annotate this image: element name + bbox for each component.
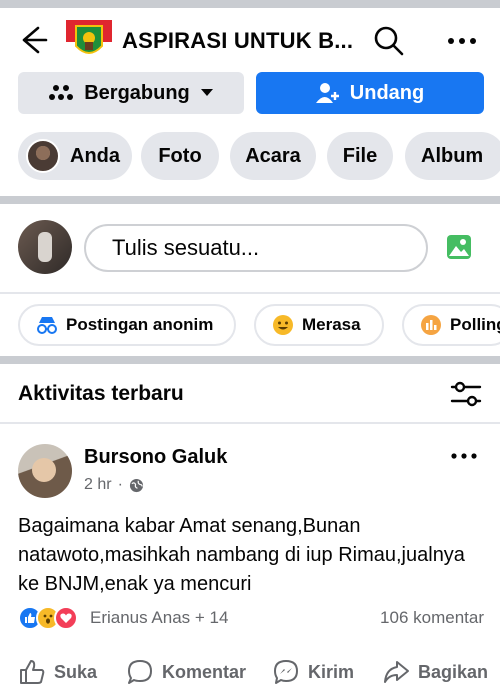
post-more-button[interactable] <box>446 444 482 468</box>
group-header: ASPIRASI UNTUK B... <box>0 8 500 70</box>
share-button[interactable]: Bagikan <box>382 658 488 686</box>
tab-label: Acara <box>245 144 301 167</box>
section-divider <box>0 356 500 364</box>
photo-button[interactable] <box>446 234 472 260</box>
love-reaction-icon <box>54 606 78 630</box>
reaction-icons <box>18 606 78 630</box>
avatar[interactable] <box>18 220 72 274</box>
tab-label: Album <box>421 144 484 167</box>
poll-button[interactable]: Polling <box>402 304 500 346</box>
more-button[interactable] <box>444 26 480 56</box>
like-button[interactable]: Suka <box>18 658 97 686</box>
quick-actions: Postingan anonim Merasa Polling <box>0 300 500 352</box>
feed-post: Bursono Galuk 2 hr · Bagaimana kabar Ama… <box>0 430 500 696</box>
action-label: Kirim <box>308 661 355 682</box>
group-title[interactable]: ASPIRASI UNTUK B... <box>122 28 353 54</box>
avatar <box>26 139 60 173</box>
thumbs-up-icon <box>20 660 45 684</box>
tab-anda[interactable]: Anda <box>18 132 132 180</box>
filter-button[interactable] <box>448 378 484 410</box>
caret-down-icon <box>200 89 213 96</box>
status-divider <box>0 0 500 8</box>
tab-file[interactable]: File <box>327 132 393 180</box>
feeling-button[interactable]: Merasa <box>254 304 384 346</box>
composer-input[interactable]: Tulis sesuatu... <box>84 224 428 272</box>
comment-count[interactable]: 106 komentar <box>380 608 484 628</box>
meta-separator: · <box>117 476 123 493</box>
globe-icon <box>129 478 143 492</box>
post-meta: 2 hr · <box>84 476 144 494</box>
post-text: Bagaimana kabar Amat senang,Bunan natawo… <box>18 515 465 595</box>
post-composer: Tulis sesuatu... <box>0 206 500 290</box>
divider <box>0 292 500 294</box>
quick-action-label: Polling <box>450 315 500 334</box>
search-button[interactable] <box>372 24 406 58</box>
tab-label: Foto <box>158 144 202 167</box>
section-divider <box>0 196 500 204</box>
more-horizontal-icon <box>451 453 477 459</box>
sliders-icon <box>450 381 482 407</box>
messenger-icon <box>274 660 298 684</box>
arrow-left-icon <box>22 26 48 54</box>
anonymous-post-button[interactable]: Postingan anonim <box>18 304 236 346</box>
back-button[interactable] <box>14 22 50 58</box>
group-people-icon <box>49 85 74 100</box>
search-icon <box>374 26 404 56</box>
activity-header: Aktivitas terbaru <box>0 368 500 418</box>
group-tabs: Anda Foto Acara File Album <box>0 128 500 186</box>
join-button[interactable]: Bergabung <box>18 72 244 114</box>
action-label: Bagikan <box>418 661 489 682</box>
action-label: Komentar <box>162 661 247 682</box>
incognito-icon <box>37 317 57 334</box>
add-person-icon <box>315 83 339 103</box>
avatar[interactable] <box>18 444 72 498</box>
divider <box>0 422 500 424</box>
invite-label: Undang <box>349 81 425 104</box>
join-label: Bergabung <box>84 81 190 104</box>
invite-button[interactable]: Undang <box>256 72 484 114</box>
share-arrow-icon <box>384 661 409 683</box>
poll-icon <box>421 315 441 335</box>
comment-bubble-icon <box>128 660 152 684</box>
reactions-summary[interactable]: Erianus Anas + 14 106 komentar <box>18 606 484 632</box>
group-action-row: Bergabung Undang <box>0 70 500 122</box>
tab-label: File <box>342 144 378 167</box>
group-logo <box>66 20 112 64</box>
activity-title: Aktivitas terbaru <box>18 382 184 405</box>
composer-placeholder: Tulis sesuatu... <box>112 235 260 260</box>
reaction-names: Erianus Anas + 14 <box>90 608 229 627</box>
comment-button[interactable]: Komentar <box>126 658 246 686</box>
tab-acara[interactable]: Acara <box>230 132 316 180</box>
quick-action-label: Postingan anonim <box>66 315 214 334</box>
more-horizontal-icon <box>448 38 476 44</box>
post-time[interactable]: 2 hr <box>84 476 112 494</box>
smiley-icon <box>273 315 293 335</box>
post-author[interactable]: Bursono Galuk <box>84 446 227 469</box>
quick-action-label: Merasa <box>302 315 361 334</box>
action-label: Suka <box>54 661 98 682</box>
tab-foto[interactable]: Foto <box>141 132 219 180</box>
post-action-bar: Suka Komentar Kirim Bagikan <box>0 652 500 692</box>
photo-icon <box>447 235 471 259</box>
tab-label: Anda <box>70 144 120 167</box>
send-button[interactable]: Kirim <box>272 658 354 686</box>
tab-album[interactable]: Album <box>405 132 500 180</box>
